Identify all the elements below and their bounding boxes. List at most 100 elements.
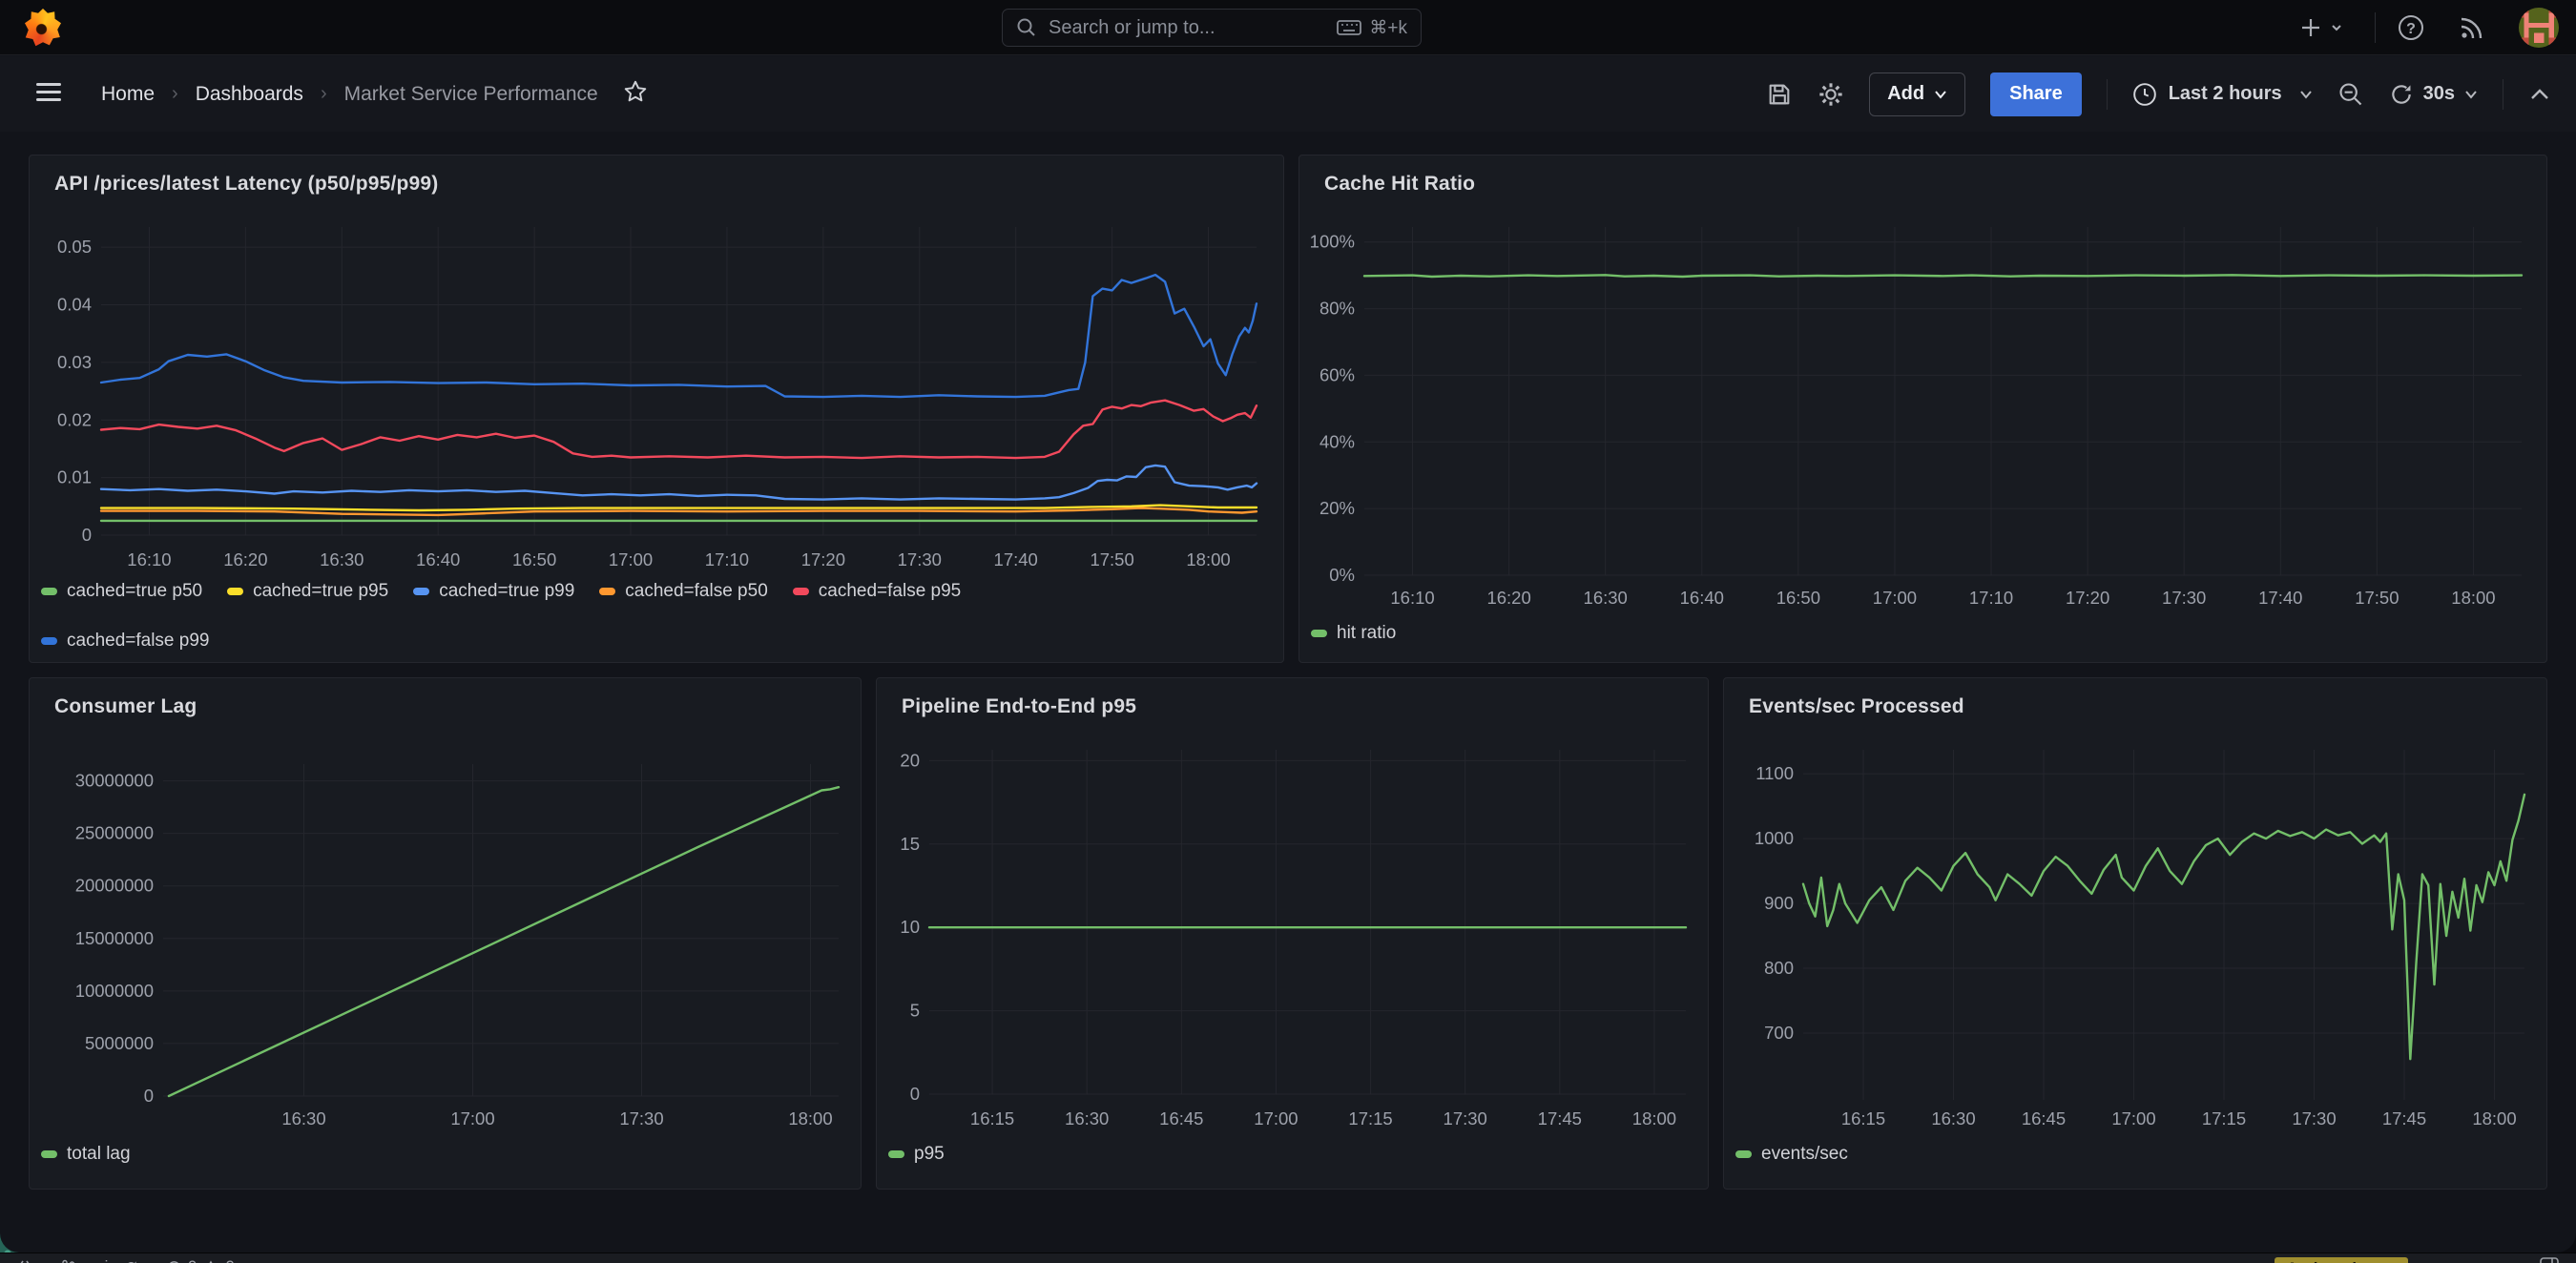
svg-text:16:10: 16:10 <box>127 549 171 569</box>
plus-icon <box>2298 15 2323 40</box>
legend-item[interactable]: cached=false p50 <box>599 581 767 602</box>
status-bar-item[interactable]: Antigravity <box>2275 1257 2408 1263</box>
panel-consumer-lag[interactable]: Consumer Lag 16:3017:0017:3018:000500000… <box>29 677 862 1190</box>
grafana-logo[interactable] <box>25 9 61 47</box>
legend-color-chip <box>1735 1150 1752 1158</box>
zoom-out-icon <box>2337 81 2364 108</box>
share-button[interactable]: Share <box>1990 72 2082 116</box>
svg-text:0: 0 <box>910 1084 920 1104</box>
svg-text:10000000: 10000000 <box>75 981 154 1001</box>
legend-item[interactable]: total lag <box>41 1144 131 1165</box>
svg-text:0: 0 <box>82 525 92 545</box>
legend-color-chip <box>41 588 57 595</box>
menu-button[interactable] <box>34 80 65 109</box>
consumer-lag-chart: 16:3017:0017:3018:0005000000100000001500… <box>30 678 862 1191</box>
svg-text:18:00: 18:00 <box>2472 1108 2516 1128</box>
breadcrumb-separator: › <box>172 83 178 105</box>
git-branch-indicator[interactable]: main <box>61 1257 138 1263</box>
breadcrumb: Home › Dashboards › Market Service Perfo… <box>0 56 648 132</box>
svg-text:100%: 100% <box>1310 232 1355 252</box>
branch-icon <box>61 1259 75 1263</box>
chevron-down-icon <box>2329 20 2344 35</box>
panel-cache-hit-ratio[interactable]: Cache Hit Ratio 16:1016:2016:3016:4016:5… <box>1298 155 2547 663</box>
dashboard-toolbar: Home › Dashboards › Market Service Perfo… <box>0 56 2576 132</box>
legend-item[interactable]: cached=false p95 <box>793 581 961 602</box>
svg-text:17:40: 17:40 <box>994 549 1038 569</box>
svg-text:16:30: 16:30 <box>1931 1108 1975 1128</box>
svg-text:17:00: 17:00 <box>1254 1108 1298 1128</box>
shortcut-label: ⌘+k <box>1369 17 1407 39</box>
keyboard-icon <box>1337 18 1361 37</box>
legend-color-chip <box>888 1150 904 1158</box>
legend-color-chip <box>1311 630 1327 637</box>
svg-text:20%: 20% <box>1319 498 1355 518</box>
svg-text:20000000: 20000000 <box>75 876 154 896</box>
svg-text:25000000: 25000000 <box>75 823 154 843</box>
remote-indicator[interactable] <box>17 1259 32 1263</box>
legend-item[interactable]: events/sec <box>1735 1144 1848 1165</box>
legend-item[interactable]: cached=true p50 <box>41 581 202 602</box>
svg-text:17:15: 17:15 <box>1348 1108 1392 1128</box>
svg-text:5000000: 5000000 <box>85 1033 154 1053</box>
panel-api-latency[interactable]: API /prices/latest Latency (p50/p95/p99)… <box>29 155 1284 663</box>
svg-text:17:00: 17:00 <box>1873 588 1917 608</box>
grafana-window: Search or jump to... ⌘+k <box>0 0 2576 1253</box>
svg-text:16:50: 16:50 <box>512 549 556 569</box>
favorite-button[interactable] <box>623 79 648 110</box>
panel-pipeline-p95[interactable]: Pipeline End-to-End p95 16:1516:3016:451… <box>876 677 1709 1190</box>
collapse-toolbar-button[interactable] <box>2528 87 2551 102</box>
consumer-lag-legend: total lag <box>41 1144 849 1165</box>
add-label: Add <box>1887 83 1924 105</box>
legend-item[interactable]: p95 <box>888 1144 945 1165</box>
news-button[interactable] <box>2458 13 2486 42</box>
pipeline-p95-legend: p95 <box>888 1144 1696 1165</box>
svg-text:800: 800 <box>1764 958 1794 978</box>
add-panel-button[interactable]: Add <box>1869 72 1965 116</box>
svg-text:16:30: 16:30 <box>281 1108 325 1128</box>
legend-item[interactable]: hit ratio <box>1311 623 1396 644</box>
panel-events-per-sec[interactable]: Events/sec Processed 16:1516:3016:4517:0… <box>1723 677 2547 1190</box>
customize-layout-button[interactable] <box>2540 1257 2559 1263</box>
top-nav-bar: Search or jump to... ⌘+k <box>0 0 2576 55</box>
svg-text:16:40: 16:40 <box>1680 588 1724 608</box>
user-avatar[interactable] <box>2519 8 2559 48</box>
pipeline-p95-chart: 16:1516:3016:4517:0017:1517:3017:4518:00… <box>877 678 1710 1191</box>
zoom-out-button[interactable] <box>2337 81 2364 108</box>
help-button[interactable]: ? <box>2397 13 2425 42</box>
svg-text:16:20: 16:20 <box>223 549 267 569</box>
status-bar-left: main 0 0 <box>17 1257 235 1263</box>
refresh-button[interactable]: 30s <box>2389 82 2478 107</box>
svg-text:17:10: 17:10 <box>705 549 749 569</box>
svg-text:40%: 40% <box>1319 431 1355 451</box>
clock-icon <box>2132 82 2157 107</box>
breadcrumb-dashboards[interactable]: Dashboards <box>196 83 303 106</box>
errors-icon <box>167 1260 181 1263</box>
legend-item[interactable]: cached=true p95 <box>227 581 388 602</box>
events-per-sec-chart: 16:1516:3016:4517:0017:1517:3017:4518:00… <box>1724 678 2548 1191</box>
svg-text:10: 10 <box>900 917 920 937</box>
share-label: Share <box>2009 83 2063 105</box>
legend-label: cached=false p95 <box>819 581 961 602</box>
svg-text:0.03: 0.03 <box>57 352 92 372</box>
dashboard-settings-button[interactable] <box>1818 81 1844 108</box>
search-shortcut: ⌘+k <box>1337 17 1407 39</box>
time-range-picker[interactable]: Last 2 hours <box>2132 82 2313 107</box>
legend-item[interactable]: cached=false p99 <box>41 631 209 652</box>
svg-text:17:40: 17:40 <box>2258 588 2302 608</box>
legend-label: cached=true p50 <box>67 581 202 602</box>
search-input[interactable]: Search or jump to... ⌘+k <box>1002 9 1422 47</box>
new-button[interactable] <box>2298 15 2344 40</box>
save-dashboard-button[interactable] <box>1766 81 1793 108</box>
svg-text:0%: 0% <box>1329 565 1355 585</box>
svg-text:17:10: 17:10 <box>1969 588 2013 608</box>
svg-text:17:45: 17:45 <box>1538 1108 1582 1128</box>
breadcrumb-home[interactable]: Home <box>101 83 155 106</box>
chevron-down-icon <box>2464 90 2478 99</box>
svg-text:16:50: 16:50 <box>1776 588 1820 608</box>
ide-status-bar: main 0 0 Ln 46, Col 38Spaces: 2UTF-8LF{}… <box>0 1253 2576 1263</box>
legend-item[interactable]: cached=true p99 <box>413 581 574 602</box>
legend-label: total lag <box>67 1144 131 1165</box>
svg-text:80%: 80% <box>1319 299 1355 319</box>
problems-indicator[interactable]: 0 0 <box>167 1257 235 1263</box>
chevron-up-icon <box>2528 87 2551 102</box>
